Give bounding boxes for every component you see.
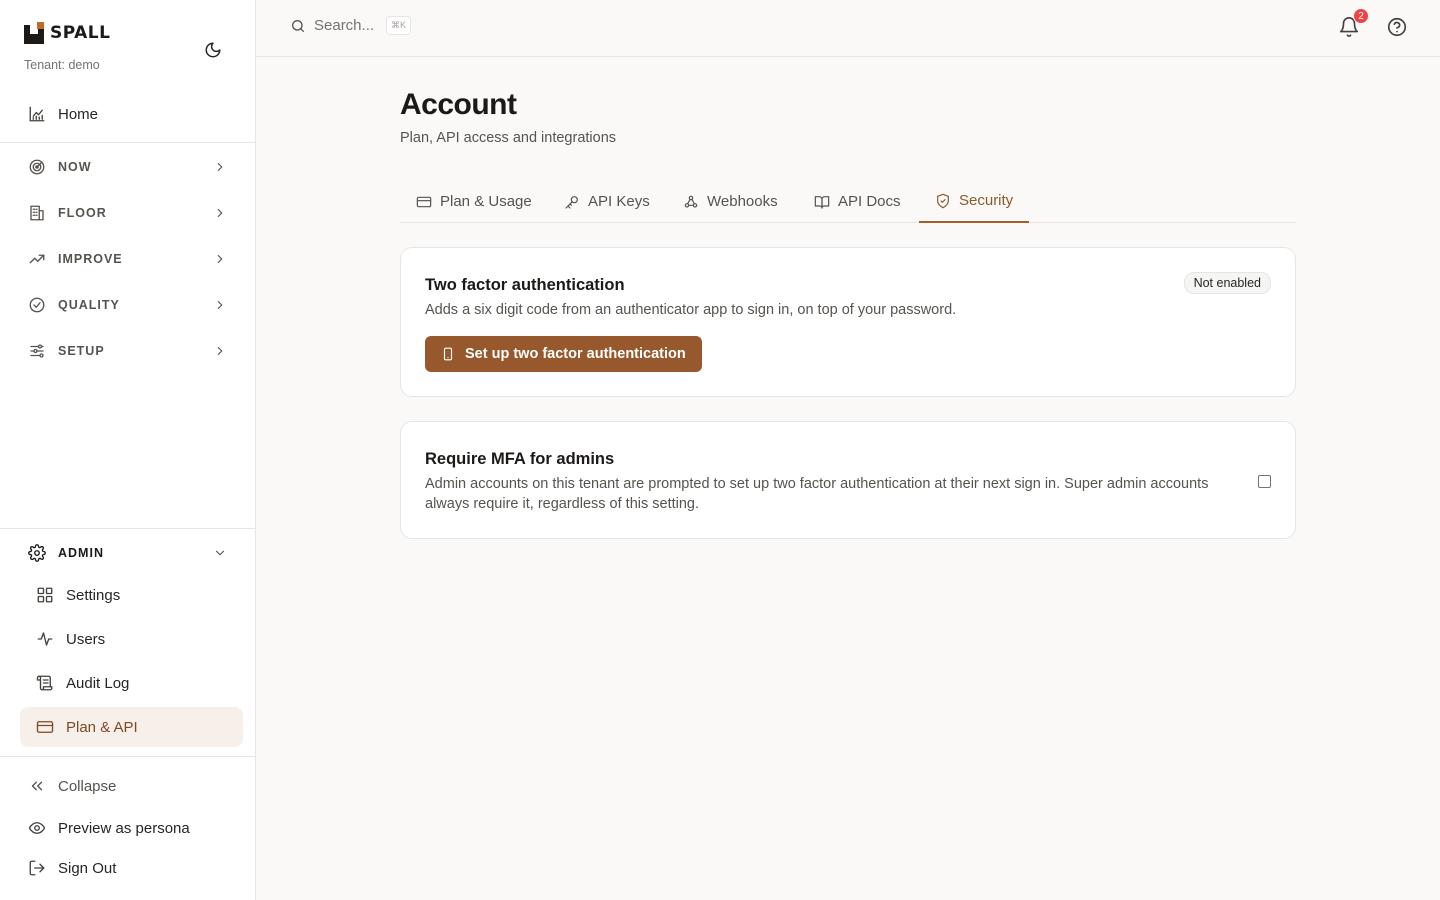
sign-out-button[interactable]: Sign Out xyxy=(20,852,243,884)
page-subtitle: Plan, API access and integrations xyxy=(400,130,617,146)
sidebar-item-label: Plan & API xyxy=(66,718,138,736)
tab-label: Plan & Usage xyxy=(440,193,532,210)
theme-toggle-button[interactable] xyxy=(201,38,225,62)
two-factor-title: Two factor authentication xyxy=(425,276,625,294)
logo-mark xyxy=(24,22,44,44)
tab-plan-usage[interactable]: Plan & Usage xyxy=(416,180,532,223)
trending-up-icon xyxy=(29,254,45,264)
sidebar-divider xyxy=(0,528,256,529)
book-icon xyxy=(814,195,830,209)
sidebar: SPALL Tenant: demo Home NOW FLOOR IMPROV… xyxy=(0,0,256,900)
chevron-right-icon xyxy=(217,300,223,310)
tab-label: API Keys xyxy=(588,193,650,210)
help-button[interactable] xyxy=(1386,16,1410,40)
grid-icon xyxy=(37,587,53,603)
search-shortcut: ⌘K xyxy=(386,16,412,35)
eye-icon xyxy=(28,822,46,834)
brand-logo[interactable]: SPALL xyxy=(24,22,110,44)
tab-api-docs[interactable]: API Docs xyxy=(814,180,901,223)
chevron-right-icon xyxy=(217,162,223,172)
require-mfa-checkbox[interactable] xyxy=(1258,475,1271,488)
tab-label: Webhooks xyxy=(707,193,778,210)
tab-security[interactable]: Security xyxy=(919,180,1030,223)
sidebar-divider xyxy=(0,756,256,757)
sidebar-group-label: NOW xyxy=(58,160,92,174)
credit-card-icon xyxy=(416,196,432,207)
smartphone-icon xyxy=(443,347,453,361)
setup-button-label: Set up two factor authentication xyxy=(465,346,686,362)
sidebar-group-improve[interactable]: IMPROVE xyxy=(20,241,243,277)
sidebar-group-floor[interactable]: FLOOR xyxy=(20,195,243,231)
require-mfa-description-line-1: Admin accounts on this tenant are prompt… xyxy=(425,476,1209,492)
account-tabs: Plan & Usage API Keys Webhooks API Docs … xyxy=(400,180,1296,223)
setup-two-factor-button[interactable]: Set up two factor authentication xyxy=(425,336,702,372)
activity-icon xyxy=(37,632,53,646)
scroll-icon xyxy=(36,675,53,691)
tab-api-keys[interactable]: API Keys xyxy=(564,180,650,223)
sliders-icon xyxy=(30,344,44,358)
logo-text: SPALL xyxy=(50,23,111,43)
sidebar-group-label: SETUP xyxy=(58,344,105,358)
moon-icon xyxy=(205,42,221,58)
preview-persona-button[interactable]: Preview as persona xyxy=(20,812,243,844)
building-icon xyxy=(30,205,44,221)
help-circle-icon xyxy=(1387,17,1407,37)
gear-icon xyxy=(28,544,46,562)
require-mfa-description: Admin accounts on this tenant are prompt… xyxy=(425,474,1245,514)
tab-webhooks[interactable]: Webhooks xyxy=(683,180,778,223)
tab-label: Security xyxy=(959,192,1014,209)
sidebar-group-label: QUALITY xyxy=(58,298,120,312)
key-icon xyxy=(565,195,578,209)
sidebar-group-label: FLOOR xyxy=(58,206,107,220)
sidebar-item-users[interactable]: Users xyxy=(20,619,243,659)
sidebar-item-plan-api[interactable]: Plan & API xyxy=(20,707,243,747)
sidebar-group-label: IMPROVE xyxy=(58,252,123,266)
sign-out-label: Sign Out xyxy=(58,859,117,877)
logout-icon xyxy=(29,860,45,876)
chevron-right-icon xyxy=(217,254,223,264)
tab-label: API Docs xyxy=(838,193,901,210)
sidebar-item-audit-log[interactable]: Audit Log xyxy=(20,663,243,703)
sidebar-group-admin[interactable]: ADMIN xyxy=(20,535,243,571)
status-badge: Not enabled xyxy=(1183,272,1271,294)
chevrons-left-icon xyxy=(31,781,43,791)
webhook-icon xyxy=(684,195,698,208)
page-title: Account xyxy=(400,88,517,121)
search-trigger[interactable]: Search... ⌘K xyxy=(290,16,412,35)
chevron-down-icon xyxy=(215,550,225,556)
search-icon xyxy=(292,19,304,32)
two-factor-description: Adds a six digit code from an authentica… xyxy=(425,302,957,318)
collapse-button[interactable]: Collapse xyxy=(20,770,243,802)
credit-card-icon xyxy=(36,721,54,733)
radar-icon xyxy=(29,159,45,175)
sidebar-item-home[interactable]: Home xyxy=(20,96,243,132)
require-mfa-card: Require MFA for admins Admin accounts on… xyxy=(400,421,1296,539)
chart-icon xyxy=(29,106,45,122)
chevron-right-icon xyxy=(217,208,223,218)
search-placeholder: Search... xyxy=(314,17,375,34)
require-mfa-title: Require MFA for admins xyxy=(425,450,615,468)
notification-badge: 2 xyxy=(1353,8,1369,24)
collapse-label: Collapse xyxy=(58,777,117,795)
top-bar: Search... ⌘K 2 xyxy=(256,0,1440,57)
sidebar-divider xyxy=(0,142,256,143)
tenant-label: Tenant: demo xyxy=(24,58,100,72)
sidebar-item-label: Home xyxy=(58,105,99,123)
sidebar-group-setup[interactable]: SETUP xyxy=(20,333,243,369)
check-circle-icon xyxy=(29,297,45,313)
two-factor-card: Two factor authentication Not enabled Ad… xyxy=(400,247,1296,397)
sidebar-item-label: Audit Log xyxy=(66,674,130,692)
sidebar-item-label: Settings xyxy=(66,586,121,604)
sidebar-item-label: Users xyxy=(66,630,106,648)
sidebar-group-now[interactable]: NOW xyxy=(20,149,243,185)
preview-label: Preview as persona xyxy=(58,819,190,837)
sidebar-group-label: ADMIN xyxy=(58,546,104,560)
require-mfa-description-line-2: always require it, regardless of this se… xyxy=(425,496,700,512)
sidebar-item-settings[interactable]: Settings xyxy=(20,575,243,615)
shield-check-icon xyxy=(937,193,949,208)
sidebar-group-quality[interactable]: QUALITY xyxy=(20,287,243,323)
chevron-right-icon xyxy=(217,346,223,356)
